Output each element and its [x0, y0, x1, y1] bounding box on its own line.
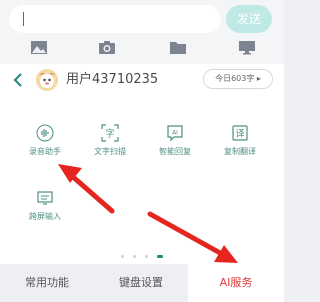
- username: 用户43710235: [66, 72, 159, 87]
- svg-text:字: 字: [105, 128, 114, 140]
- today-word-count-badge[interactable]: 今日603字 ▸: [203, 69, 273, 89]
- tab-common-functions[interactable]: 常用功能: [0, 264, 94, 302]
- text-scan-button[interactable]: 字 文字扫描: [80, 124, 140, 174]
- voice-assistant-label: 录音助手: [29, 147, 61, 156]
- image-icon[interactable]: [30, 40, 48, 55]
- svg-text:AI: AI: [172, 130, 178, 137]
- send-button[interactable]: 发送: [226, 5, 272, 33]
- tab-ai-service[interactable]: AI服务: [188, 264, 284, 302]
- page-dot: [132, 255, 136, 258]
- page-indicator: [0, 246, 284, 258]
- avatar[interactable]: [36, 69, 58, 91]
- monitor-icon[interactable]: [238, 40, 256, 55]
- text-scan-icon: 字: [101, 124, 119, 142]
- smart-reply-button[interactable]: AI 智能回复: [145, 124, 205, 174]
- page-dot: [120, 255, 124, 258]
- cross-screen-input-label: 跨屏输入: [29, 212, 61, 221]
- ai-service-panel: 用户43710235 今日603字 ▸ 录音助手 字 文字扫描 AI 智能回复 …: [0, 64, 284, 302]
- ai-chat-icon: AI: [167, 125, 183, 142]
- svg-text:译: 译: [235, 129, 244, 140]
- page-dot: [145, 255, 149, 258]
- bottom-tab-bar: 常用功能 键盘设置 AI服务: [0, 264, 284, 302]
- back-arrow-icon[interactable]: [12, 72, 24, 88]
- camera-icon[interactable]: [98, 40, 116, 55]
- copy-translate-label: 复制翻译: [224, 147, 256, 156]
- voice-wave-icon: [36, 124, 54, 142]
- copy-translate-button[interactable]: 译 复制翻译: [210, 124, 270, 174]
- page-dot-active: [157, 255, 164, 258]
- message-input[interactable]: [9, 5, 221, 33]
- voice-assistant-button[interactable]: 录音助手: [15, 124, 75, 174]
- text-caret: [23, 12, 24, 26]
- cross-screen-input-button[interactable]: 跨屏输入: [15, 189, 75, 239]
- smart-reply-label: 智能回复: [159, 147, 191, 156]
- folder-icon[interactable]: [169, 40, 187, 55]
- text-scan-label: 文字扫描: [94, 147, 126, 156]
- input-toolbar: 发送: [0, 0, 284, 64]
- cross-screen-icon: [37, 191, 53, 205]
- tab-keyboard-settings[interactable]: 键盘设置: [94, 264, 188, 302]
- translate-icon: 译: [232, 125, 248, 141]
